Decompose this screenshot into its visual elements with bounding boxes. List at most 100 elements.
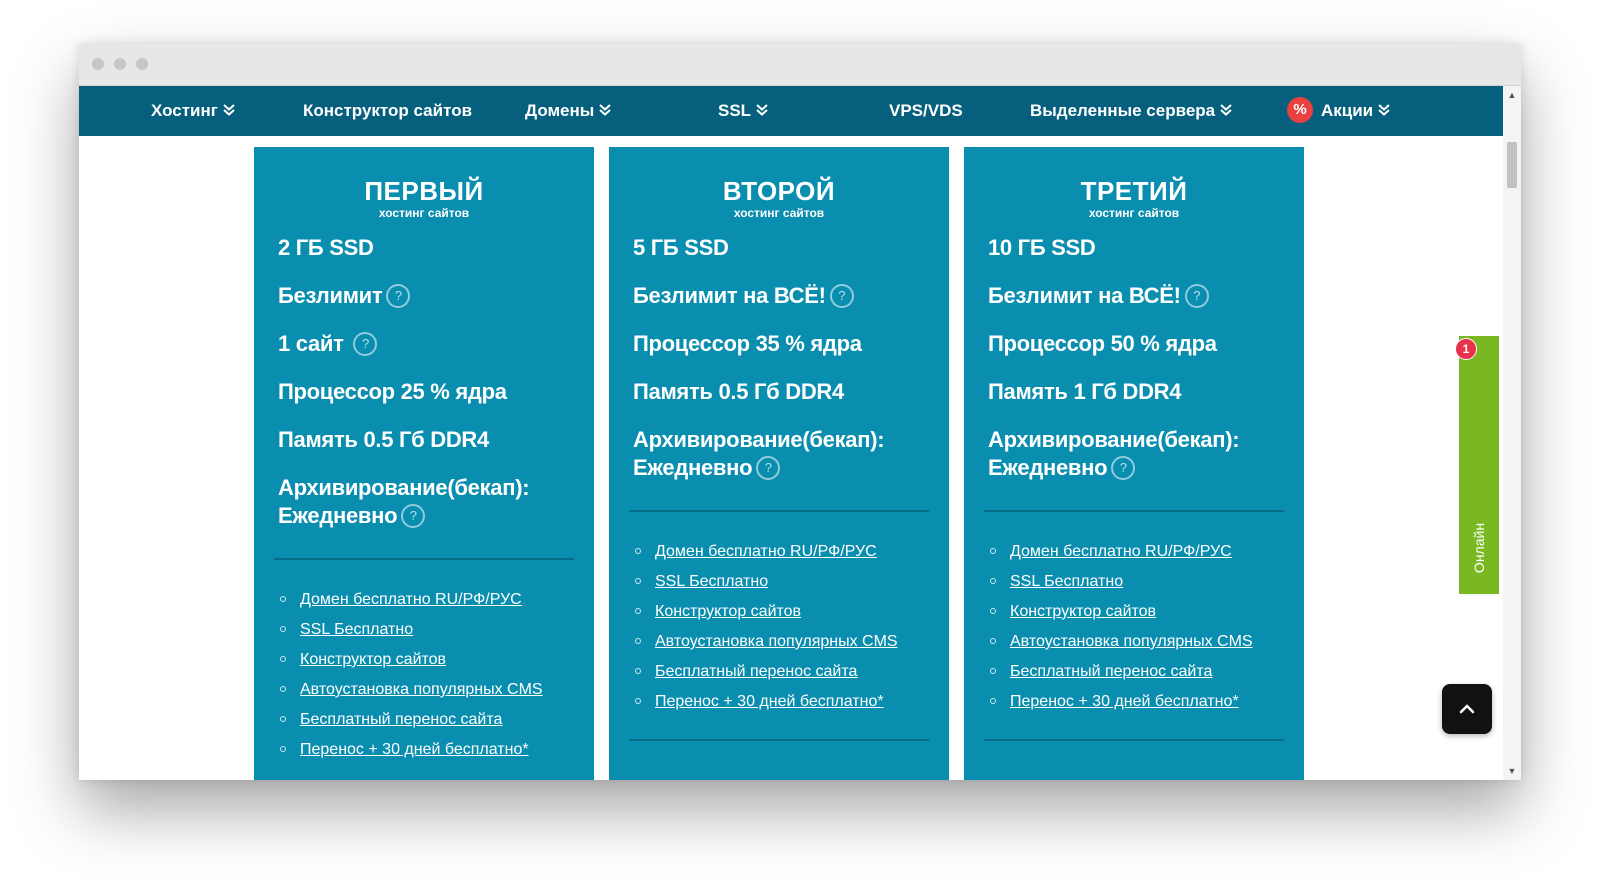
help-icon[interactable]: ? — [1111, 456, 1136, 481]
feature-list: Домен бесплатно RU/РФ/РУС SSL Бесплатно … — [609, 542, 949, 712]
feature-link[interactable]: Конструктор сайтов — [1010, 603, 1156, 620]
plan-card-first: ПЕРВЫЙ хостинг сайтов 2 ГБ SSD Безлимит?… — [254, 147, 594, 780]
feature-link[interactable]: Конструктор сайтов — [300, 651, 446, 668]
list-item: Бесплатный перенос сайта — [278, 710, 594, 730]
plan-title: ВТОРОЙ — [722, 176, 836, 206]
nav-item-promo[interactable]: % Акции — [1287, 86, 1390, 136]
page-scrollbar[interactable]: ▲ ▼ — [1503, 86, 1521, 780]
spec-unlimited: Безлимит на ВСЁ!? — [633, 282, 925, 310]
spec-memory: Память 0.5 Гб DDR4 — [633, 379, 844, 404]
help-icon[interactable]: ? — [386, 284, 411, 309]
list-item: Домен бесплатно RU/РФ/РУС — [988, 542, 1304, 562]
feature-link[interactable]: Автоустановка популярных CMS — [300, 681, 543, 698]
card-divider — [984, 510, 1284, 512]
nav-item-constructor[interactable]: Конструктор сайтов — [303, 86, 472, 136]
page-viewport: Хостинг Конструктор сайтов Домены SSL VP… — [79, 86, 1521, 780]
feature-link[interactable]: Автоустановка популярных CMS — [655, 633, 898, 650]
online-chat-label-wrap: Онлайн — [1459, 518, 1499, 578]
spec-backup-label: Архивирование(бекап): — [988, 427, 1240, 452]
spec-backup: Архивирование(бекап): Ежедневно? — [988, 426, 1280, 482]
feature-link[interactable]: Бесплатный перенос сайта — [300, 711, 502, 728]
online-chat-tab[interactable]: Онлайн — [1459, 336, 1499, 594]
feature-link[interactable]: Перенос + 30 дней бесплатно* — [1010, 693, 1239, 710]
nav-item-hosting[interactable]: Хостинг — [151, 86, 235, 136]
list-item: Перенос + 30 дней бесплатно* — [633, 692, 949, 712]
list-item: Автоустановка популярных CMS — [633, 632, 949, 652]
scroll-to-top-button[interactable] — [1442, 684, 1492, 734]
window-maximize-dot[interactable] — [136, 58, 148, 70]
chevron-double-down-icon — [1378, 103, 1390, 116]
main-nav: Хостинг Конструктор сайтов Домены SSL VP… — [79, 86, 1503, 136]
nav-hosting-label: Хостинг — [151, 101, 218, 120]
feature-link[interactable]: Домен бесплатно RU/РФ/РУС — [1010, 543, 1232, 560]
help-icon[interactable]: ? — [353, 332, 378, 357]
feature-link[interactable]: Перенос + 30 дней бесплатно* — [300, 741, 529, 758]
browser-window: Хостинг Конструктор сайтов Домены SSL VP… — [79, 44, 1521, 780]
spec-backup-value: Ежедневно — [633, 455, 753, 480]
help-icon[interactable]: ? — [1184, 284, 1209, 309]
window-minimize-dot[interactable] — [114, 58, 126, 70]
card-divider — [274, 558, 574, 560]
percent-icon: % — [1287, 96, 1313, 123]
plan-subtitle: хостинг сайтов — [378, 206, 470, 220]
feature-link[interactable]: Бесплатный перенос сайта — [655, 663, 857, 680]
list-item: SSL Бесплатно — [278, 620, 594, 640]
list-item: Перенос + 30 дней бесплатно* — [988, 692, 1304, 712]
window-close-dot[interactable] — [92, 58, 104, 70]
list-item: Конструктор сайтов — [988, 602, 1304, 622]
feature-link[interactable]: SSL Бесплатно — [300, 621, 413, 638]
nav-item-dedicated[interactable]: Выделенные сервера — [1030, 86, 1232, 136]
chevron-up-icon — [1459, 704, 1475, 714]
nav-item-ssl[interactable]: SSL — [718, 86, 768, 136]
list-item: SSL Бесплатно — [633, 572, 949, 592]
spec-cpu: Процессор 35 % ядра — [633, 331, 862, 356]
list-item: Бесплатный перенос сайта — [633, 662, 949, 682]
list-item: Бесплатный перенос сайта — [988, 662, 1304, 682]
scroll-up-arrow-icon[interactable]: ▲ — [1503, 88, 1521, 102]
nav-ssl-label: SSL — [718, 101, 752, 120]
plan-card-second: ВТОРОЙ хостинг сайтов 5 ГБ SSD Безлимит … — [609, 147, 949, 780]
window-titlebar — [79, 44, 1521, 86]
feature-link[interactable]: Домен бесплатно RU/РФ/РУС — [655, 543, 877, 560]
chevron-double-down-icon — [756, 103, 768, 116]
spec-memory: Память 1 Гб DDR4 — [988, 379, 1182, 404]
list-item: Автоустановка популярных CMS — [278, 680, 594, 700]
feature-link[interactable]: SSL Бесплатно — [655, 573, 768, 590]
spec-backup-label: Архивирование(бекап): — [278, 475, 530, 500]
feature-list: Домен бесплатно RU/РФ/РУС SSL Бесплатно … — [254, 590, 594, 760]
notification-badge: 1 — [1455, 338, 1477, 360]
help-icon[interactable]: ? — [756, 456, 781, 481]
feature-link[interactable]: Перенос + 30 дней бесплатно* — [655, 693, 884, 710]
spec-cpu: Процессор 50 % ядра — [988, 331, 1217, 356]
list-item: Перенос + 30 дней бесплатно* — [278, 740, 594, 760]
list-item: Конструктор сайтов — [278, 650, 594, 670]
plan-title: ТРЕТИЙ — [1080, 176, 1188, 206]
plan-card-third: ТРЕТИЙ хостинг сайтов 10 ГБ SSD Безлимит… — [964, 147, 1304, 780]
spec-unlimited: Безлимит на ВСЁ!? — [988, 282, 1280, 310]
online-chat-label: Онлайн — [1471, 522, 1488, 574]
spec-cpu: Процессор 25 % ядра — [278, 379, 507, 404]
spec-backup-value: Ежедневно — [988, 455, 1108, 480]
feature-link[interactable]: Бесплатный перенос сайта — [1010, 663, 1212, 680]
plan-subtitle: хостинг сайтов — [1088, 206, 1180, 220]
spec-memory: Память 0.5 Гб DDR4 — [278, 427, 489, 452]
help-icon[interactable]: ? — [829, 284, 854, 309]
feature-link[interactable]: Домен бесплатно RU/РФ/РУС — [300, 591, 522, 608]
spec-disk: 5 ГБ SSD — [633, 235, 729, 260]
feature-link[interactable]: Автоустановка популярных CMS — [1010, 633, 1253, 650]
scroll-down-arrow-icon[interactable]: ▼ — [1503, 764, 1521, 778]
plan-subtitle: хостинг сайтов — [733, 206, 825, 220]
feature-link[interactable]: Конструктор сайтов — [655, 603, 801, 620]
feature-link[interactable]: SSL Бесплатно — [1010, 573, 1123, 590]
scrollbar-thumb[interactable] — [1507, 142, 1517, 188]
list-item: SSL Бесплатно — [988, 572, 1304, 592]
card-bottom-divider — [984, 739, 1284, 741]
list-item: Конструктор сайтов — [633, 602, 949, 622]
nav-item-vps[interactable]: VPS/VDS — [889, 86, 963, 136]
nav-vps-label: VPS/VDS — [889, 101, 963, 120]
nav-item-domains[interactable]: Домены — [525, 86, 611, 136]
nav-constructor-label: Конструктор сайтов — [303, 101, 473, 120]
help-icon[interactable]: ? — [401, 504, 426, 529]
spec-backup: Архивирование(бекап): Ежедневно? — [633, 426, 925, 482]
nav-domains-label: Домены — [525, 101, 595, 120]
